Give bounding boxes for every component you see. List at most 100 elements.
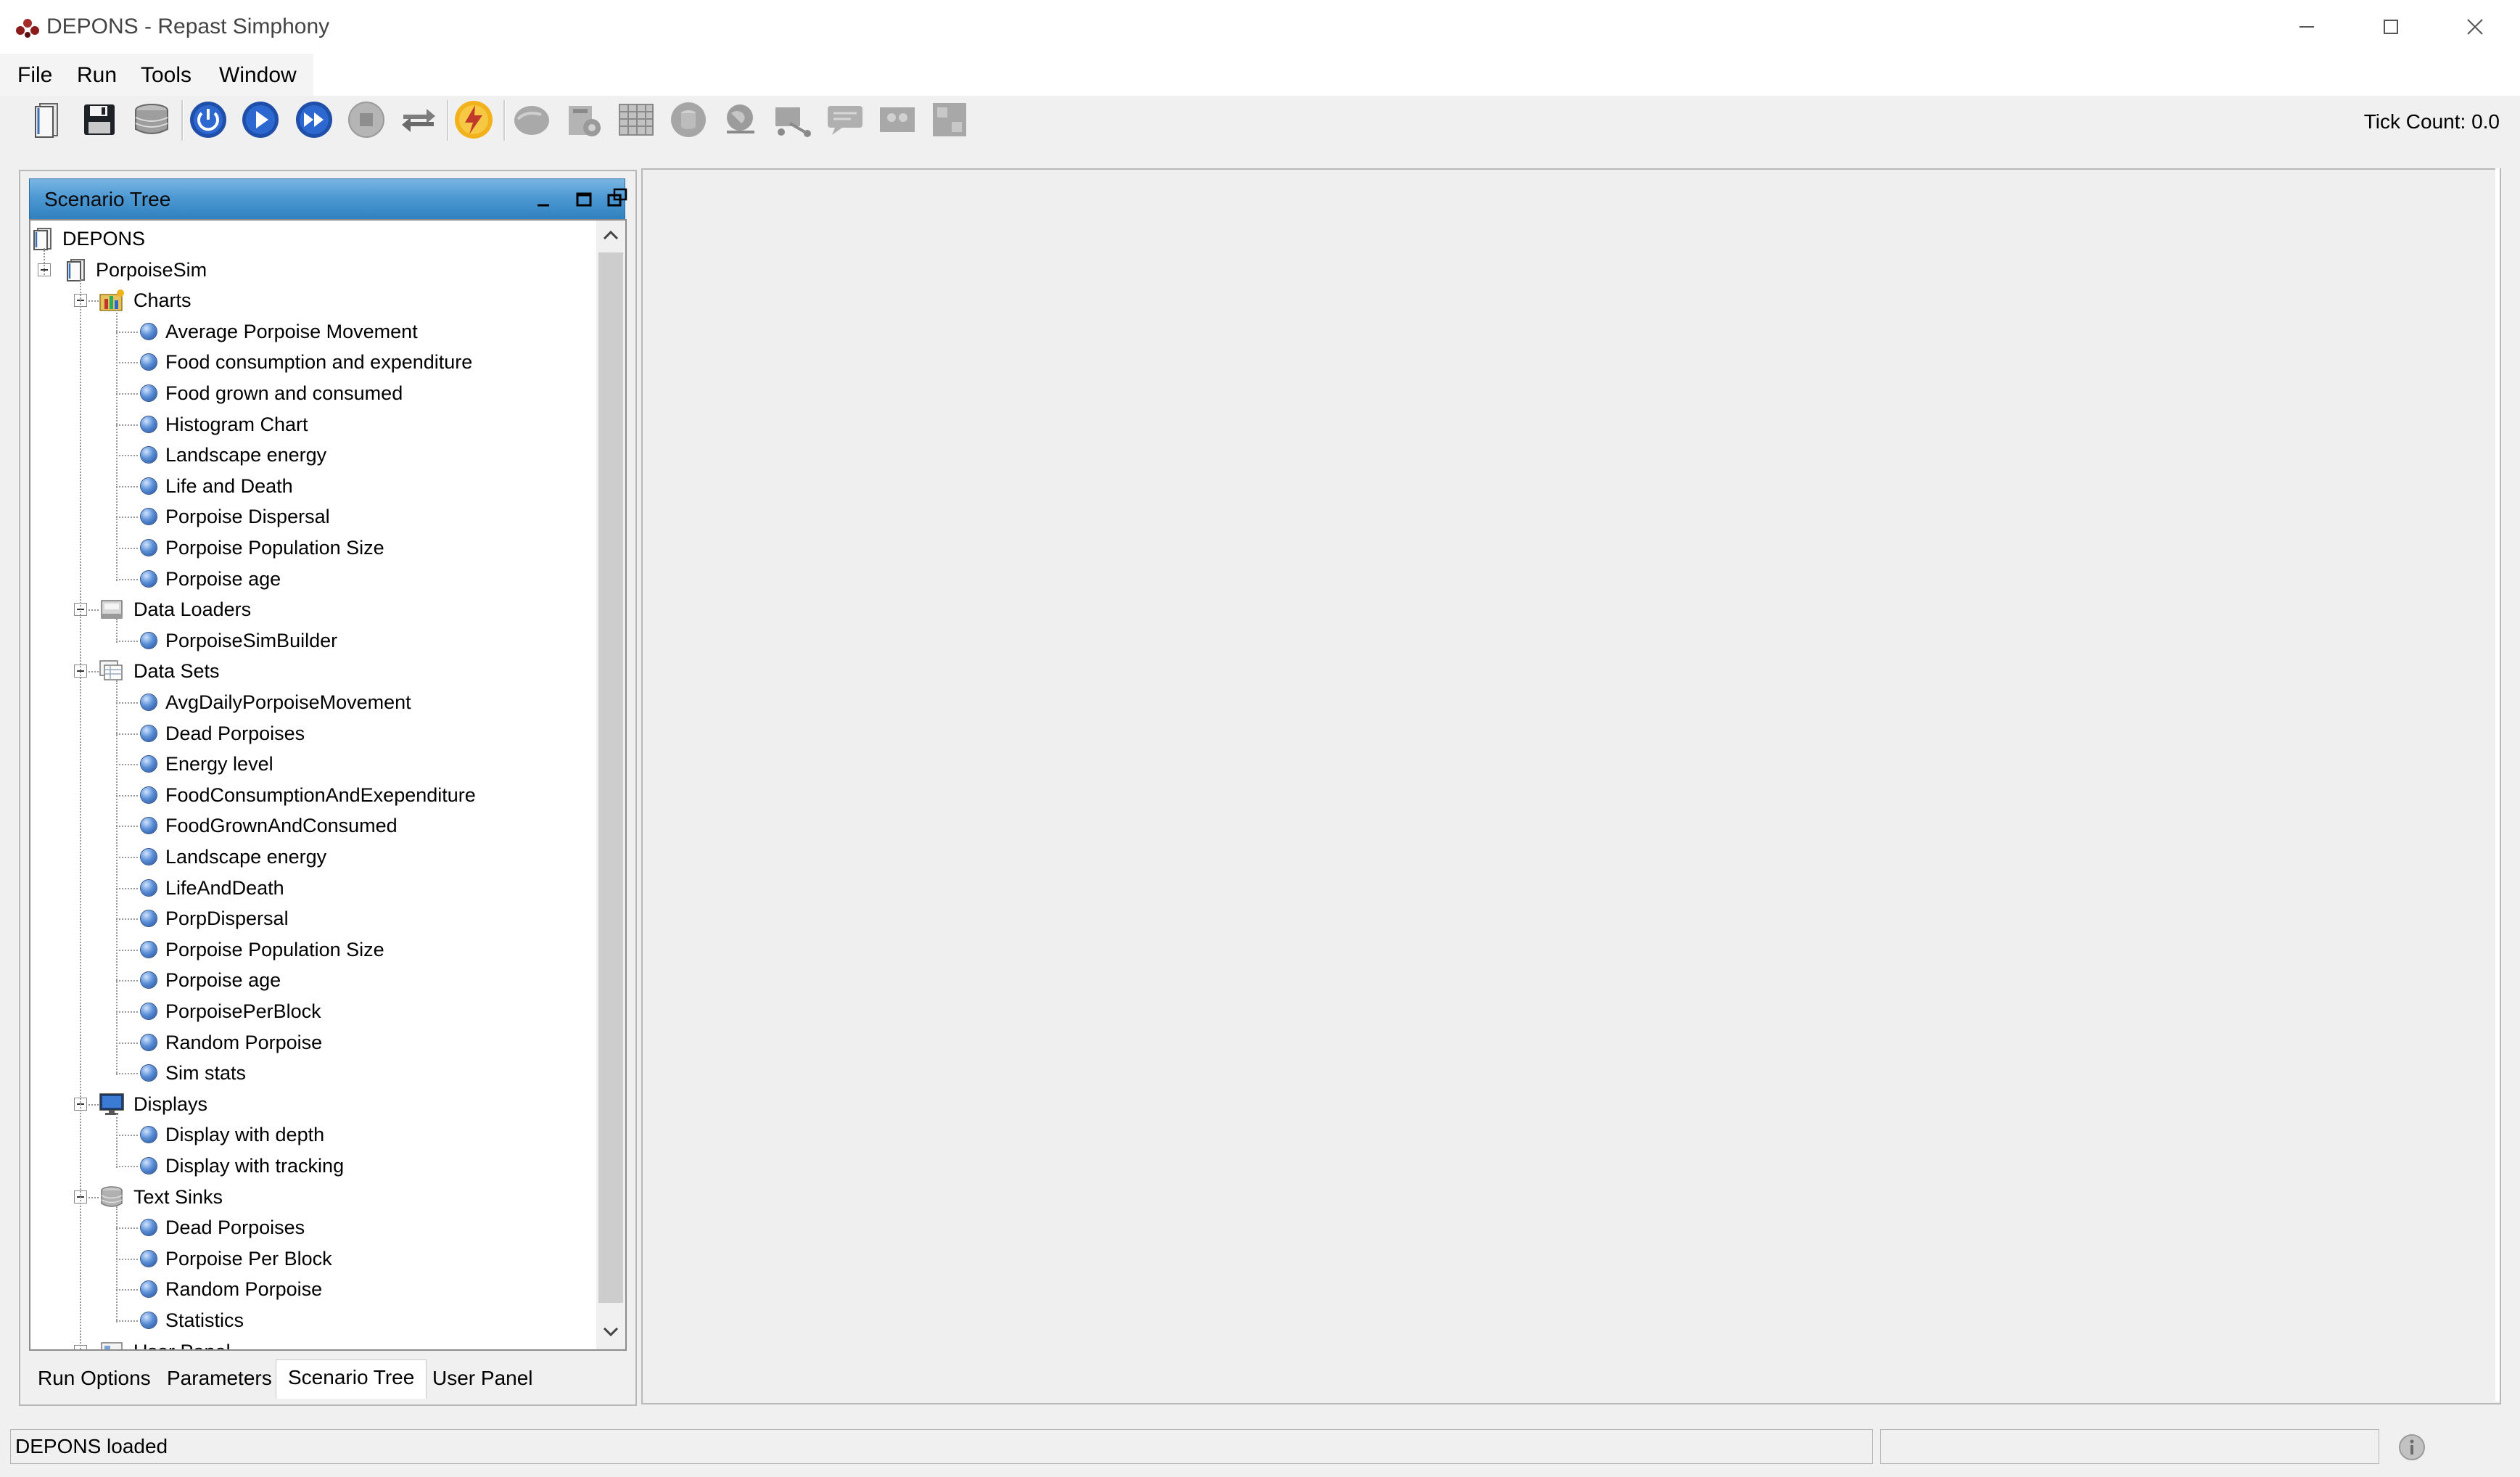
tree-item-label: PorpoisePerBlock <box>165 1000 321 1022</box>
tree-item[interactable]: Landscape energy <box>141 842 326 872</box>
grid-icon <box>619 104 654 136</box>
menu-tools[interactable]: Tools <box>138 59 194 91</box>
tree-connector-line <box>88 609 99 612</box>
tree-context[interactable]: PorpoiseSim <box>65 255 207 285</box>
item-bullet-icon <box>141 694 157 710</box>
item-bullet-icon <box>141 1250 157 1267</box>
tree-item-label: Sim stats <box>165 1062 247 1085</box>
tree-item[interactable]: Histogram Chart <box>141 409 308 440</box>
tree-item[interactable]: Porpoise age <box>141 564 281 594</box>
menu-run[interactable]: Run <box>74 59 120 91</box>
gis-button[interactable] <box>720 99 762 141</box>
tree-item[interactable]: Food grown and consumed <box>141 378 403 408</box>
network-button[interactable] <box>772 99 814 141</box>
tree-item-label: Data Sets <box>133 660 220 683</box>
scroll-thumb[interactable] <box>598 252 623 1303</box>
display-button[interactable] <box>511 99 553 141</box>
panel-maximize-icon[interactable] <box>571 186 597 213</box>
tree-item[interactable]: Life and Death <box>141 471 293 501</box>
tab-scenario-tree[interactable]: Scenario Tree <box>276 1359 427 1399</box>
tree-item[interactable]: Random Porpoise <box>141 1027 322 1058</box>
matrix-button[interactable] <box>928 99 971 141</box>
stop-run-button[interactable] <box>345 99 387 141</box>
tree-item[interactable]: Dead Porpoises <box>141 1212 305 1243</box>
quick-run-button[interactable] <box>453 99 495 141</box>
data-sets-icon <box>99 659 125 683</box>
database-icon <box>135 104 168 134</box>
tree-item[interactable]: Porpoise Population Size <box>141 934 384 965</box>
tree-item[interactable]: FoodConsumptionAndExependiture <box>141 780 476 810</box>
display-icon <box>514 106 549 135</box>
save-button[interactable] <box>78 99 120 141</box>
tree-group-user-panel[interactable]: User Panel <box>99 1336 231 1349</box>
tree-item[interactable]: Energy level <box>141 749 273 779</box>
tree-item[interactable]: Porpoise age <box>141 965 281 995</box>
step-run-button[interactable] <box>293 99 335 141</box>
close-button[interactable] <box>2434 0 2516 54</box>
tab-run-options[interactable]: Run Options <box>26 1361 162 1397</box>
tree-item[interactable]: Sim stats <box>141 1058 246 1088</box>
tree-item[interactable]: Food consumption and expenditure <box>141 347 472 377</box>
item-bullet-icon <box>141 1250 157 1267</box>
tree-group-data-loaders[interactable]: Data Loaders <box>99 594 251 625</box>
table-view-button[interactable] <box>615 99 657 141</box>
tree-connector-line <box>116 680 118 1076</box>
item-bullet-icon <box>141 941 157 958</box>
item-bullet-icon <box>141 1312 157 1328</box>
tab-user-panel[interactable]: User Panel <box>421 1361 545 1397</box>
data-store-button[interactable] <box>667 99 709 141</box>
reset-run-button[interactable] <box>398 99 440 141</box>
tree-connector-line <box>88 1196 99 1198</box>
status-info-button[interactable] <box>2394 1432 2430 1462</box>
tree-item-label: Porpoise Population Size <box>165 537 384 559</box>
chart-settings-button[interactable] <box>563 99 605 141</box>
initialize-run-button[interactable] <box>187 99 229 141</box>
tree-item[interactable]: Display with tracking <box>141 1151 344 1181</box>
tree-item[interactable]: PorpDispersal <box>141 903 289 934</box>
tree-item[interactable]: Porpoise Population Size <box>141 532 384 563</box>
tree-connector-line <box>116 393 138 395</box>
tree-item[interactable]: Landscape energy <box>141 440 326 470</box>
tree-group-charts[interactable]: Charts <box>99 285 192 316</box>
minimize-button[interactable] <box>2266 0 2347 54</box>
batch-database-button[interactable] <box>131 99 173 141</box>
item-bullet-icon <box>141 1158 157 1174</box>
tree-scrollbar[interactable] <box>596 221 625 1349</box>
tree-item[interactable]: AvgDailyPorpoiseMovement <box>141 687 411 717</box>
tree-item-label: Text Sinks <box>133 1185 223 1208</box>
tree-group-displays[interactable]: Displays <box>99 1089 207 1119</box>
tree-item[interactable]: PorpoisePerBlock <box>141 996 321 1027</box>
panel-float-icon[interactable] <box>604 186 630 213</box>
scroll-down-button[interactable] <box>596 1317 625 1346</box>
fast-forward-icon <box>296 102 332 138</box>
snapshot-button[interactable] <box>876 99 918 141</box>
tree-item[interactable]: Display with depth <box>141 1119 324 1150</box>
item-bullet-icon <box>141 818 157 834</box>
menu-bar: File Run Tools Window <box>0 54 2520 96</box>
tree-item[interactable]: Porpoise Per Block <box>141 1243 332 1274</box>
repast-logo-icon <box>16 19 39 38</box>
load-scenario-button[interactable] <box>28 99 70 141</box>
tree-item[interactable]: Average Porpoise Movement <box>141 316 418 347</box>
tree-item[interactable]: Statistics <box>141 1305 244 1336</box>
start-run-button[interactable] <box>239 99 281 141</box>
tree-item[interactable]: PorpoiseSimBuilder <box>141 625 337 656</box>
tree-item[interactable]: LifeAndDeath <box>141 873 284 903</box>
scroll-up-button[interactable] <box>596 221 625 250</box>
tree-item[interactable]: FoodGrownAndConsumed <box>141 810 398 841</box>
tree-item[interactable]: Dead Porpoises <box>141 718 305 749</box>
menu-file[interactable]: File <box>15 59 55 91</box>
tab-parameters[interactable]: Parameters <box>155 1361 284 1397</box>
tree-root[interactable]: DEPONS <box>32 223 145 254</box>
tree-item-label: Energy level <box>165 753 273 775</box>
menu-window[interactable]: Window <box>216 59 300 91</box>
console-button[interactable] <box>824 99 866 141</box>
tree-item[interactable]: Random Porpoise <box>141 1274 322 1304</box>
item-bullet-icon <box>141 477 157 494</box>
maximize-button[interactable] <box>2350 0 2432 54</box>
tree-item[interactable]: Porpoise Dispersal <box>141 501 330 532</box>
panel-minimize-icon[interactable] <box>530 186 556 213</box>
tree-connector-line <box>88 300 99 303</box>
item-bullet-icon <box>141 385 157 401</box>
item-bullet-icon <box>141 849 157 865</box>
